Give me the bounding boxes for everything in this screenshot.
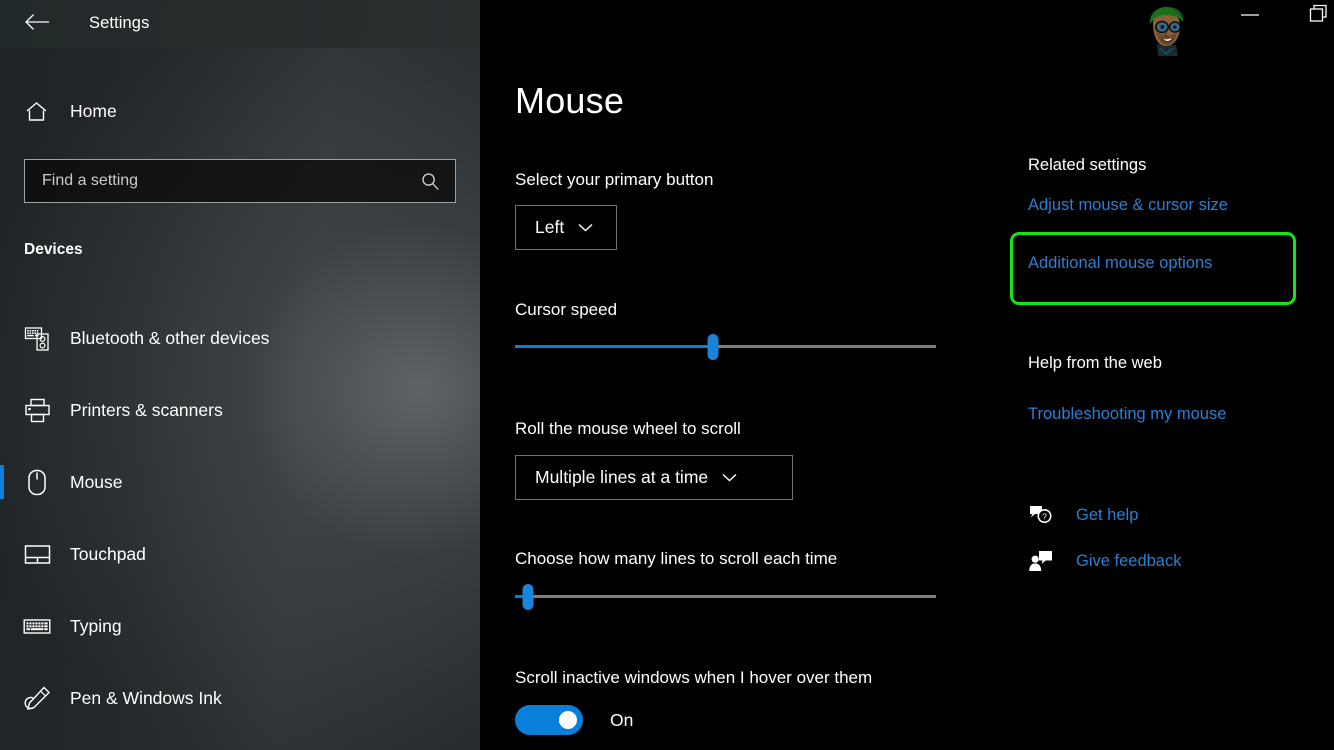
footer-link-get-help[interactable]: ? Get help	[1028, 503, 1138, 527]
search-box[interactable]	[24, 159, 456, 203]
sidebar-item-pen-windows-ink[interactable]: Pen & Windows Ink	[0, 672, 480, 724]
lines-to-scroll-label: Choose how many lines to scroll each tim…	[515, 549, 837, 569]
bluetooth-devices-icon	[20, 325, 54, 352]
cursor-speed-slider[interactable]	[515, 334, 936, 360]
scroll-inactive-label: Scroll inactive windows when I hover ove…	[515, 668, 872, 688]
slider-fill	[515, 345, 713, 348]
sidebar-item-label: Mouse	[70, 472, 123, 493]
sidebar-item-touchpad[interactable]: Touchpad	[0, 528, 480, 580]
slider-thumb[interactable]	[707, 334, 718, 360]
scroll-inactive-toggle-row: On	[515, 705, 633, 735]
wheel-scroll-dropdown[interactable]: Multiple lines at a time	[515, 455, 793, 500]
slider-thumb[interactable]	[522, 584, 533, 610]
footer-link-label: Give feedback	[1076, 552, 1181, 571]
page-title: Mouse	[515, 80, 624, 122]
restore-button[interactable]	[1296, 0, 1334, 32]
toggle-knob	[559, 711, 577, 729]
sidebar-item-label: Bluetooth & other devices	[70, 328, 269, 349]
cursor-speed-label: Cursor speed	[515, 300, 617, 320]
sidebar-item-label: Printers & scanners	[70, 400, 223, 421]
sidebar-item-label: Typing	[70, 616, 122, 637]
sidebar-item-bluetooth-other-devices[interactable]: Bluetooth & other devices	[0, 312, 480, 364]
wheel-scroll-label: Roll the mouse wheel to scroll	[515, 419, 741, 439]
minimize-button[interactable]	[1227, 0, 1273, 32]
chevron-down-icon	[722, 473, 737, 482]
help-from-web-heading: Help from the web	[1028, 354, 1162, 373]
window-title: Settings	[89, 14, 149, 33]
sidebar-item-printers-scanners[interactable]: Printers & scanners	[0, 384, 480, 436]
scroll-inactive-toggle[interactable]	[515, 705, 583, 735]
settings-window: Home Devices	[0, 0, 1334, 750]
link-additional-mouse-options[interactable]: Additional mouse options	[1028, 254, 1212, 273]
search-input[interactable]	[42, 172, 421, 190]
slider-track	[515, 595, 936, 598]
sidebar-item-mouse[interactable]: Mouse	[0, 456, 480, 508]
related-settings-heading: Related settings	[1028, 156, 1146, 175]
chevron-down-icon	[578, 223, 593, 232]
title-bar: Settings	[0, 0, 1334, 48]
pen-icon	[20, 686, 54, 711]
primary-button-label: Select your primary button	[515, 170, 713, 190]
link-adjust-mouse-cursor-size[interactable]: Adjust mouse & cursor size	[1028, 196, 1228, 215]
title-bar-left-region	[0, 0, 480, 48]
sidebar-group-label: Devices	[24, 241, 83, 259]
user-avatar-icon[interactable]	[1140, 4, 1190, 56]
printer-icon	[20, 398, 54, 423]
restore-icon	[1308, 3, 1330, 30]
search-icon[interactable]	[421, 172, 440, 191]
home-icon	[24, 101, 48, 122]
wheel-scroll-value: Multiple lines at a time	[535, 467, 708, 488]
lines-to-scroll-slider[interactable]	[515, 584, 936, 610]
minimize-icon	[1240, 7, 1260, 25]
feedback-person-icon	[1028, 549, 1058, 573]
primary-button-dropdown[interactable]: Left	[515, 205, 617, 250]
back-arrow-icon	[24, 13, 50, 36]
svg-text:?: ?	[1042, 512, 1047, 522]
toggle-state-label: On	[610, 710, 633, 731]
sidebar-item-label: Touchpad	[70, 544, 146, 565]
link-troubleshooting-my-mouse[interactable]: Troubleshooting my mouse	[1028, 405, 1226, 424]
help-chat-icon: ?	[1028, 503, 1058, 527]
footer-link-give-feedback[interactable]: Give feedback	[1028, 549, 1181, 573]
sidebar-item-typing[interactable]: Typing	[0, 600, 480, 652]
footer-link-label: Get help	[1076, 506, 1138, 525]
sidebar-home-label: Home	[70, 101, 117, 122]
primary-button-value: Left	[535, 217, 564, 238]
keyboard-icon	[20, 617, 54, 636]
sidebar-item-home[interactable]: Home	[0, 88, 480, 134]
mouse-icon	[20, 469, 54, 496]
sidebar-item-label: Pen & Windows Ink	[70, 688, 222, 709]
back-button[interactable]	[14, 4, 59, 44]
right-panel: Related settings Adjust mouse & cursor s…	[1010, 0, 1334, 750]
sidebar: Home Devices	[0, 0, 480, 750]
touchpad-icon	[20, 544, 54, 565]
